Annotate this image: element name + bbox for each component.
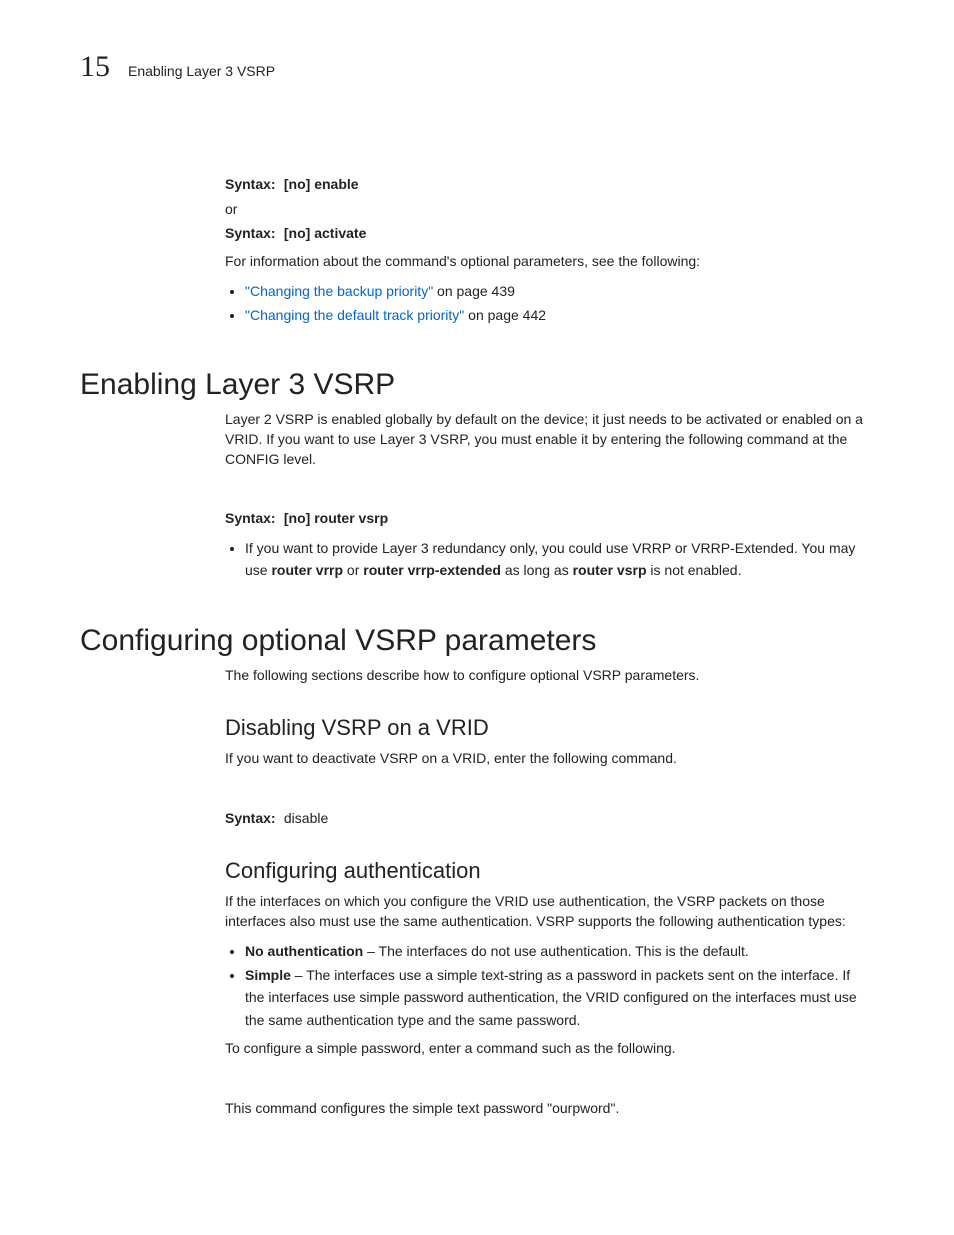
bullet-text: – The interfaces use a simple text-strin…	[245, 967, 857, 1028]
bullet-text: as long as	[501, 562, 573, 578]
list-item: "Changing the backup priority" on page 4…	[245, 280, 864, 302]
syntax-value: disable	[284, 810, 328, 826]
link-suffix: on page 439	[433, 283, 515, 299]
pre-link-list: "Changing the backup priority" on page 4…	[225, 280, 864, 327]
link-backup-priority[interactable]: "Changing the backup priority"	[245, 283, 433, 299]
sec1-syntax: Syntax: [no] router vsrp	[225, 509, 864, 529]
bullet-text: – The interfaces do not use authenticati…	[363, 943, 749, 959]
pre-intro: For information about the command's opti…	[225, 252, 864, 272]
pre-section: Syntax: [no] enable or Syntax: [no] acti…	[225, 174, 874, 244]
syntax-value: [no] router vsrp	[284, 510, 388, 526]
chapter-title: Enabling Layer 3 VSRP	[128, 63, 275, 79]
page: 15 Enabling Layer 3 VSRP Syntax: [no] en…	[0, 0, 954, 1166]
link-suffix: on page 442	[464, 307, 546, 323]
syntax-label: Syntax:	[225, 223, 280, 244]
sub2-p1: If the interfaces on which you configure…	[225, 892, 864, 931]
sub1-p1: If you want to deactivate VSRP on a VRID…	[225, 749, 864, 769]
sec1-body: Layer 2 VSRP is enabled globally by defa…	[225, 410, 864, 581]
link-default-track-priority[interactable]: "Changing the default track priority"	[245, 307, 464, 323]
syntax-label: Syntax:	[225, 809, 280, 829]
heading-configuring-optional-vsrp: Configuring optional VSRP parameters	[80, 624, 874, 658]
list-item: "Changing the default track priority" on…	[245, 304, 864, 326]
sub1-syntax: Syntax: disable	[225, 809, 864, 829]
sub2-p2: To configure a simple password, enter a …	[225, 1039, 864, 1059]
sub2-bullets: No authentication – The interfaces do no…	[225, 940, 864, 1032]
bold-term: router vrrp	[271, 562, 343, 578]
sub2-p3: This command configures the simple text …	[225, 1099, 864, 1119]
syntax-value: [no] activate	[284, 225, 366, 241]
list-item: Simple – The interfaces use a simple tex…	[245, 964, 864, 1031]
sec1-bullets: If you want to provide Layer 3 redundanc…	[225, 537, 864, 582]
sec2-body: The following sections describe how to c…	[225, 666, 864, 1119]
page-header: 15 Enabling Layer 3 VSRP	[80, 50, 874, 84]
bold-term: router vsrp	[573, 562, 647, 578]
heading-enabling-layer3-vsrp: Enabling Layer 3 VSRP	[80, 368, 874, 402]
bold-term: Simple	[245, 967, 291, 983]
syntax-label: Syntax:	[225, 174, 280, 195]
pre-body: For information about the command's opti…	[225, 252, 864, 326]
sec1-p1: Layer 2 VSRP is enabled globally by defa…	[225, 410, 864, 469]
syntax-value: [no] enable	[284, 176, 359, 192]
bullet-text: is not enabled.	[647, 562, 742, 578]
bold-term: No authentication	[245, 943, 363, 959]
bold-term: router vrrp-extended	[363, 562, 501, 578]
chapter-number: 15	[80, 50, 110, 84]
bullet-text: or	[343, 562, 363, 578]
syntax-line-1: Syntax: [no] enable	[225, 174, 874, 195]
heading-configuring-authentication: Configuring authentication	[225, 858, 864, 884]
list-item: No authentication – The interfaces do no…	[245, 940, 864, 962]
or-text: or	[225, 201, 874, 217]
syntax-line-2: Syntax: [no] activate	[225, 223, 874, 244]
list-item: If you want to provide Layer 3 redundanc…	[245, 537, 864, 582]
heading-disabling-vsrp-on-vrid: Disabling VSRP on a VRID	[225, 715, 864, 741]
sec2-p1: The following sections describe how to c…	[225, 666, 864, 686]
syntax-label: Syntax:	[225, 509, 280, 529]
